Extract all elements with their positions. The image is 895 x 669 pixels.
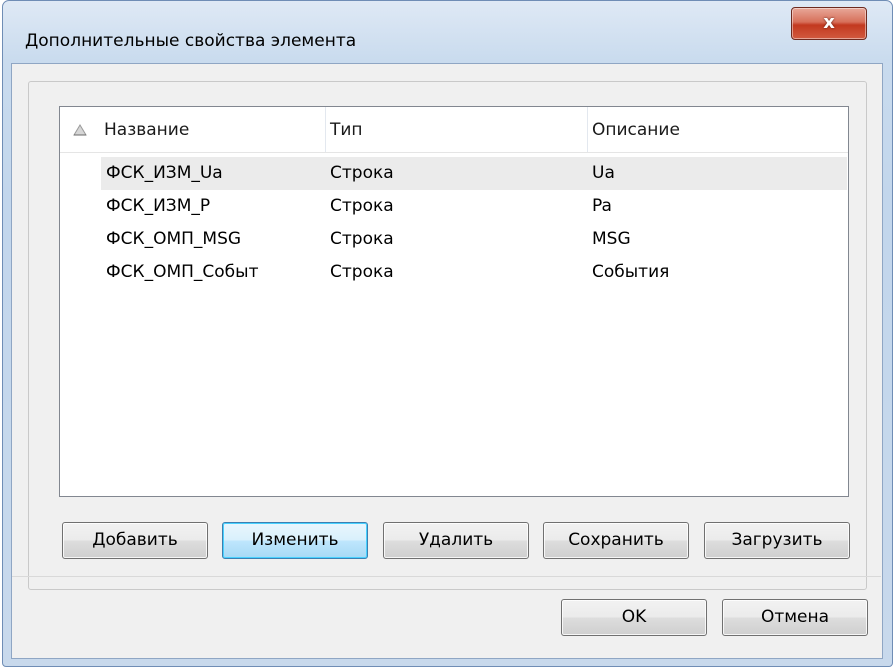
row-description: События bbox=[592, 262, 670, 282]
row-name: ФСК_ИЗМ_P bbox=[106, 196, 211, 216]
table-row[interactable]: ФСК_ОМП_Событ Строка События bbox=[101, 256, 847, 289]
row-type: Строка bbox=[330, 262, 394, 282]
table-row[interactable]: ФСК_ИЗМ_P Строка Pa bbox=[101, 190, 847, 223]
load-button[interactable]: Загрузить bbox=[704, 522, 850, 559]
ok-button[interactable]: OK bbox=[561, 599, 707, 636]
cancel-button[interactable]: Отмена bbox=[722, 599, 868, 636]
window-title: Дополнительные свойства элемента bbox=[25, 31, 357, 51]
row-description: MSG bbox=[592, 229, 631, 249]
close-button[interactable]: x bbox=[791, 7, 867, 40]
row-type: Строка bbox=[330, 196, 394, 216]
list-header: Название Тип Описание bbox=[60, 107, 848, 153]
sort-ascending-icon bbox=[73, 124, 87, 136]
column-header-description[interactable]: Описание bbox=[588, 107, 848, 152]
properties-list[interactable]: Название Тип Описание ФСК_ИЗМ_Ua Строка … bbox=[59, 106, 849, 497]
edit-button[interactable]: Изменить bbox=[222, 522, 368, 559]
row-name: ФСК_ОМП_MSG bbox=[106, 229, 242, 249]
add-button[interactable]: Добавить bbox=[62, 522, 208, 559]
table-row[interactable]: ФСК_ИЗМ_Ua Строка Ua bbox=[101, 157, 847, 190]
column-label-name: Название bbox=[104, 120, 190, 140]
row-description: Pa bbox=[592, 196, 612, 216]
row-type: Строка bbox=[330, 229, 394, 249]
row-name: ФСК_ОМП_Событ bbox=[106, 262, 259, 282]
column-header-type[interactable]: Тип bbox=[326, 107, 588, 152]
save-button[interactable]: Сохранить bbox=[543, 522, 689, 559]
close-icon: x bbox=[823, 12, 835, 33]
column-header-name[interactable]: Название bbox=[60, 107, 326, 152]
row-type: Строка bbox=[330, 163, 394, 183]
column-label-description: Описание bbox=[592, 120, 680, 140]
delete-button[interactable]: Удалить bbox=[383, 522, 529, 559]
divider bbox=[12, 576, 881, 577]
column-label-type: Тип bbox=[330, 120, 363, 140]
row-name: ФСК_ИЗМ_Ua bbox=[106, 163, 223, 183]
row-description: Ua bbox=[592, 163, 615, 183]
table-row[interactable]: ФСК_ОМП_MSG Строка MSG bbox=[101, 223, 847, 256]
